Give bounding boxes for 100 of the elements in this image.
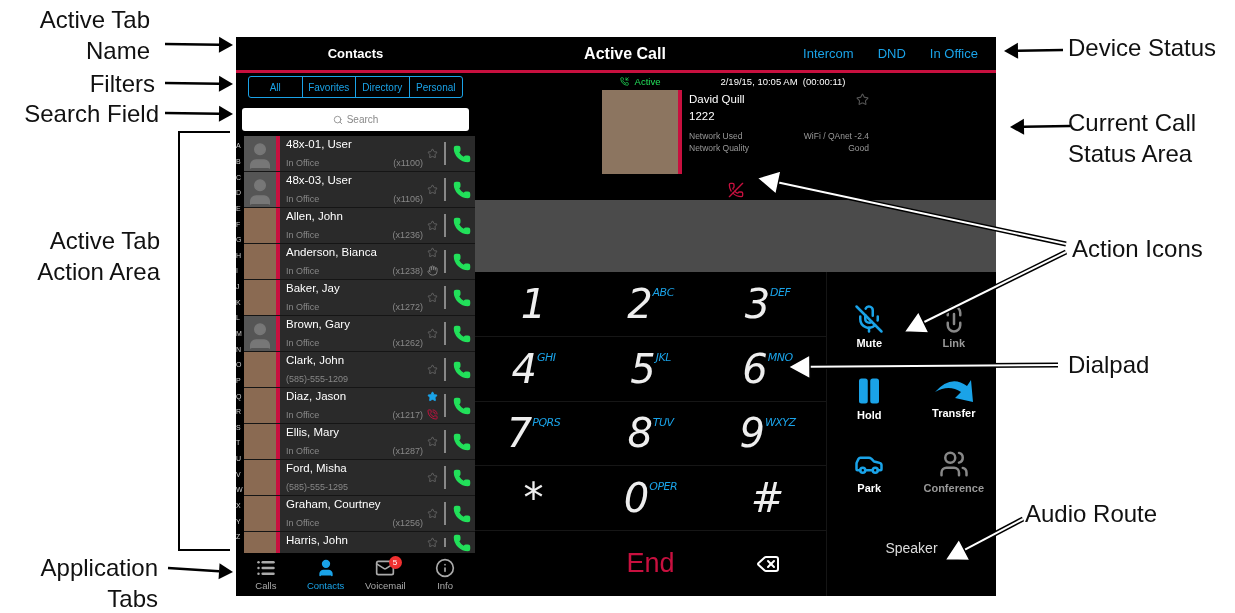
phone-icon[interactable] — [453, 144, 471, 163]
phone-icon[interactable] — [453, 432, 471, 451]
call-action-button[interactable]: Mute — [827, 290, 912, 362]
contact-row[interactable]: 48x-01, User In Office (x1100) — [244, 136, 475, 172]
star-icon[interactable] — [856, 93, 869, 106]
phone-icon[interactable] — [453, 468, 471, 487]
contact-name: Baker, Jay — [286, 282, 341, 294]
filter-tab[interactable]: Favorites — [301, 77, 355, 97]
contact-row[interactable]: Ellis, Mary In Office (x1287) — [244, 424, 475, 460]
filter-tab[interactable]: Directory — [355, 77, 409, 97]
phone-icon[interactable] — [453, 216, 471, 235]
star-icon[interactable] — [426, 364, 438, 375]
call-action-button[interactable]: Transfer — [911, 362, 996, 434]
envelope-icon — [375, 558, 396, 578]
search-field[interactable]: Search — [242, 108, 469, 131]
star-icon[interactable] — [426, 328, 438, 339]
star-icon[interactable] — [426, 508, 438, 519]
hang-up-icon[interactable] — [727, 182, 744, 198]
audio-route-button[interactable]: Speaker — [827, 508, 996, 596]
list-icon — [255, 558, 276, 578]
star-icon[interactable] — [426, 436, 438, 447]
star-icon[interactable] — [426, 391, 438, 403]
device-status-link[interactable]: In Office — [929, 46, 978, 61]
contact-extension: (x1272) — [392, 302, 423, 312]
contact-name: Ellis, Mary — [286, 426, 341, 438]
contact-row[interactable]: Baker, Jay In Office (x1272) — [244, 280, 475, 316]
contact-row[interactable]: Graham, Courtney In Office (x1256) — [244, 496, 475, 532]
contact-row[interactable]: Brown, Gary In Office (x1262) — [244, 316, 475, 352]
filter-tab[interactable]: All — [249, 77, 302, 97]
star-icon[interactable] — [426, 148, 438, 159]
contact-name: Brown, Gary — [286, 318, 351, 330]
contact-status: In Office — [286, 194, 320, 204]
phone-icon[interactable] — [453, 324, 471, 343]
filter-tab[interactable]: Personal — [408, 77, 462, 97]
contact-extension: (x1262) — [392, 338, 423, 348]
contact-extension: (x1287) — [392, 446, 423, 456]
contact-row[interactable]: Diaz, Jason In Office (x1217) — [244, 388, 475, 424]
call-action-button[interactable]: Conference — [911, 434, 996, 508]
contact-name: Graham, Courtney — [286, 498, 382, 510]
star-icon[interactable] — [426, 247, 438, 259]
callout-arrow — [165, 75, 233, 92]
end-call-button[interactable]: End — [592, 531, 709, 596]
app-tab[interactable]: Contacts — [295, 553, 356, 596]
phone-icon[interactable] — [453, 360, 471, 379]
contact-status: (585)-555-1295 — [286, 482, 349, 492]
phone-icon[interactable] — [453, 533, 471, 552]
contact-name: Clark, John — [286, 354, 346, 366]
star-icon[interactable] — [426, 292, 438, 303]
contact-row[interactable]: Allen, John In Office (x1236) — [244, 208, 475, 244]
contact-extension: (x1256) — [392, 518, 423, 528]
callout-label: Active Tab Name — [38, 5, 150, 66]
contact-extension: (x1236) — [392, 230, 423, 240]
muted-microphone-icon — [854, 303, 885, 334]
contact-status: In Office — [286, 302, 320, 312]
dialpad-key[interactable]: 1 — [475, 272, 592, 337]
contact-row[interactable]: 48x-03, User In Office (x1106) — [244, 172, 475, 208]
dialpad-key[interactable]: * — [475, 466, 592, 532]
device-status-link[interactable]: Intercom — [803, 46, 854, 61]
contact-status: In Office — [286, 266, 320, 276]
contact-row[interactable]: Ford, Misha (585)-555-1295 — [244, 460, 475, 496]
call-action-button[interactable]: Park — [827, 434, 912, 508]
contact-extension: (x1100) — [393, 158, 423, 168]
callout-label: Device Status — [1068, 33, 1218, 63]
hand-icon — [426, 264, 438, 276]
app-tab[interactable]: Calls — [236, 553, 296, 596]
count-badge: 5 — [388, 556, 402, 569]
call-action-button[interactable]: Hold — [827, 362, 912, 434]
phone-icon[interactable] — [453, 396, 471, 415]
caller-name: David Quill — [689, 93, 745, 106]
star-icon[interactable] — [426, 472, 438, 483]
info-icon — [435, 558, 456, 578]
dialpad-key[interactable]: # — [709, 466, 826, 532]
contact-row[interactable]: Harris, John — [244, 532, 475, 553]
phone-icon[interactable] — [453, 180, 471, 199]
contact-status: In Office — [286, 158, 320, 168]
phone-icon[interactable] — [453, 288, 471, 307]
contact-name: Allen, John — [286, 210, 344, 222]
call-action-button[interactable]: Link — [911, 290, 996, 362]
callout-arrow — [165, 36, 233, 53]
contact-status: (585)-555-1209 — [286, 374, 349, 384]
star-icon[interactable] — [426, 537, 438, 548]
network-label: Network Used — [689, 130, 743, 142]
network-value: WiFi / QAnet -2.4 — [803, 130, 869, 142]
phone-icon[interactable] — [453, 252, 471, 271]
contact-row[interactable]: Clark, John (585)-555-1209 — [244, 352, 475, 388]
call-state: Active — [634, 75, 661, 87]
callout-label: Dialpad — [1068, 350, 1151, 380]
device-status-link[interactable]: DND — [877, 46, 906, 61]
contact-status: In Office — [286, 518, 320, 528]
contact-name: 48x-01, User — [286, 138, 353, 150]
search-placeholder: Search — [346, 114, 379, 125]
callout-label: Search Field — [23, 99, 159, 129]
app-tab[interactable]: Voicemail 5 — [355, 553, 416, 596]
callout-arrow — [1004, 42, 1064, 59]
contact-row[interactable]: Anderson, Bianca In Office (x1238) — [244, 244, 475, 280]
star-icon[interactable] — [426, 184, 438, 195]
phone-icon[interactable] — [453, 504, 471, 523]
app-tab[interactable]: Info — [415, 553, 475, 596]
star-icon[interactable] — [426, 220, 438, 231]
network-value: Good — [848, 142, 869, 154]
